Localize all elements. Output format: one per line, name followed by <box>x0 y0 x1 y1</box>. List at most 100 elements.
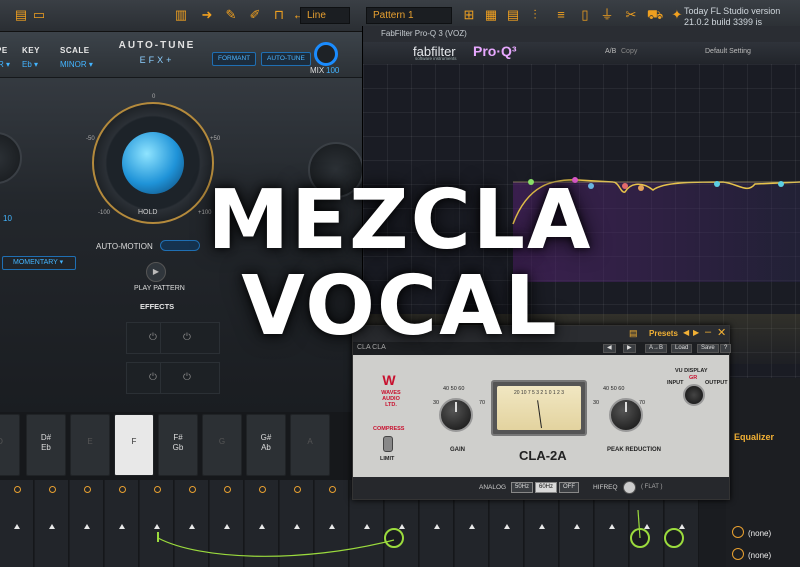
mixer-effect-label[interactable]: Equalizer <box>734 432 774 442</box>
brush-icon[interactable]: ✐ <box>246 6 264 24</box>
note-keyboard: D D#Eb E F F#Gb G G#Ab A <box>0 412 352 480</box>
minimize-icon[interactable]: – <box>705 326 711 338</box>
copy-button[interactable]: Copy <box>621 48 637 55</box>
dial-tick-left: -50 <box>86 136 95 142</box>
tools-icon[interactable]: ✂ <box>622 6 640 24</box>
eq-band-node[interactable] <box>714 181 720 187</box>
analog-label: ANALOG <box>479 484 507 491</box>
key-g-sharp[interactable]: G# Ab <box>246 414 286 476</box>
pattern-select[interactable]: Pattern 1 <box>366 7 452 24</box>
autotune-header: PE R ▾ KEY Eb ▾ SCALE MINOR ▾ AUTO-TUNE … <box>0 32 362 78</box>
hifreq-knob[interactable] <box>623 481 636 494</box>
dial-tick-top: 0 <box>152 94 156 100</box>
analog-off-option[interactable]: OFF <box>559 482 579 493</box>
file-icon[interactable]: ▯ <box>576 6 594 24</box>
menu-icon[interactable]: ▤ <box>12 6 30 24</box>
hint-line-1: Today FL Studio version <box>684 6 781 16</box>
proq-brand-sub: software instruments <box>415 56 457 61</box>
arrow-right-icon[interactable]: ➜ <box>198 6 216 24</box>
presets-button[interactable]: Presets <box>649 329 678 338</box>
slot-icon <box>732 526 744 538</box>
mix-value: 100 <box>326 66 340 75</box>
scale-label: SCALE <box>60 46 90 55</box>
vu-input-label: INPUT <box>667 380 684 386</box>
key-a[interactable]: A <box>290 414 330 476</box>
logo-line-1: AUTO-TUNE <box>118 40 196 51</box>
gain-knob[interactable] <box>439 398 473 432</box>
dial-tick-right: +50 <box>210 136 221 142</box>
headline-line-1: MEZCLA <box>207 173 593 268</box>
key-g[interactable]: G <box>202 414 242 476</box>
save-button[interactable]: Save <box>697 344 719 353</box>
shop-icon[interactable]: ⛟ <box>646 6 664 24</box>
add-pattern-icon[interactable]: ⊞ <box>460 6 478 24</box>
prev-preset-icon[interactable]: ◀ <box>683 328 689 337</box>
help-button[interactable]: ? <box>720 344 732 353</box>
close-icon[interactable]: ✕ <box>717 326 726 339</box>
next-preset-icon[interactable]: ▶ <box>693 328 699 337</box>
snap-icon[interactable]: ▭ <box>30 6 48 24</box>
type-label: PE <box>0 46 8 55</box>
compress-limit-switch[interactable] <box>383 436 393 452</box>
vu-display-switch[interactable] <box>683 384 705 406</box>
vu-scale: 20 10 7 5 3 2 1 0 1 2 3 <box>513 390 565 396</box>
magnet-icon[interactable]: ⊓ <box>270 6 288 24</box>
logo-line-2: EFX+ <box>139 55 175 65</box>
proq-product: Pro·Q³ <box>473 43 517 59</box>
key-f-sharp[interactable]: F# Gb <box>158 414 198 476</box>
snap-select[interactable]: Line <box>300 7 350 24</box>
pencil-icon[interactable]: ✎ <box>222 6 240 24</box>
cla-footer: ANALOG 50Hz 60Hz OFF HIFREQ ( FLAT ) <box>353 477 729 499</box>
analog-60hz-option[interactable]: 60Hz <box>535 482 558 493</box>
piano-roll-icon[interactable]: ▥ <box>172 6 190 24</box>
mixer-slot-2[interactable]: (none) <box>732 548 796 564</box>
flat-label: ( FLAT ) <box>641 484 663 490</box>
model-name: CLA-2A <box>519 448 567 463</box>
proq-header: fabfilter software instruments Pro·Q³ A/… <box>363 42 800 64</box>
type-select[interactable]: R ▾ <box>0 60 10 69</box>
headline-overlay: MEZCLA VOCAL <box>150 178 650 350</box>
power-icon[interactable]: ⏻ <box>183 372 191 383</box>
vu-display-label: VU DISPLAY <box>675 368 708 374</box>
left-knob-value: 10 <box>3 214 12 223</box>
mixer-icon[interactable]: ⫶ <box>526 6 544 24</box>
browser-icon[interactable]: ≡ <box>552 6 570 24</box>
power-icon[interactable]: ⏻ <box>149 372 157 383</box>
compress-label: COMPRESS <box>373 426 405 432</box>
eq-band-node[interactable] <box>778 181 784 187</box>
headline-line-2: VOCAL <box>241 259 559 354</box>
analog-50hz-option[interactable]: 50Hz <box>511 482 534 493</box>
scale-select[interactable]: MINOR ▾ <box>60 60 93 69</box>
ab-button[interactable]: A/B <box>605 48 616 55</box>
key-f[interactable]: F <box>114 414 154 476</box>
mix-knob[interactable] <box>314 42 338 66</box>
waves-logo-text: WAVES AUDIO LTD. <box>381 390 401 408</box>
channel-rack-icon[interactable]: ▤ <box>504 6 522 24</box>
plugin-icon[interactable]: ⏚ <box>598 6 616 24</box>
mix-label: MIX <box>310 66 325 75</box>
key-d-sharp[interactable]: D# Eb <box>26 414 66 476</box>
key-select[interactable]: Eb ▾ <box>22 60 38 69</box>
proq-window-title[interactable]: FabFilter Pro-Q 3 (VOZ) <box>363 26 800 42</box>
vu-meter: 20 10 7 5 3 2 1 0 1 2 3 <box>491 380 587 436</box>
autotune-toggle-button[interactable]: AUTO-TUNE <box>261 52 311 66</box>
formant-button[interactable]: FORMANT <box>212 52 257 66</box>
autotune-logo: AUTO-TUNE EFX+ <box>112 40 202 65</box>
momentary-select[interactable]: MOMENTARY ▾ <box>2 256 76 270</box>
key-label: F <box>131 437 137 446</box>
key-d[interactable]: D <box>0 414 20 476</box>
key-e[interactable]: E <box>70 414 110 476</box>
vu-output-label: OUTPUT <box>705 380 728 386</box>
preset-select[interactable]: Default Setting <box>705 48 751 55</box>
key-label: G <box>218 437 226 446</box>
peak-reduction-label: PEAK REDUCTION <box>607 447 662 453</box>
hifreq-label: HIFREQ <box>593 484 618 491</box>
peak-reduction-knob[interactable] <box>609 398 643 432</box>
effect-slot[interactable]: ⏻ <box>160 362 220 394</box>
load-button[interactable]: Load <box>671 344 693 353</box>
key-label: D# Eb <box>40 433 52 452</box>
mixer-slot-1[interactable]: (none) <box>732 526 796 542</box>
playlist-icon[interactable]: ▦ <box>482 6 500 24</box>
vu-needle <box>537 400 542 429</box>
left-knob[interactable] <box>0 132 22 184</box>
